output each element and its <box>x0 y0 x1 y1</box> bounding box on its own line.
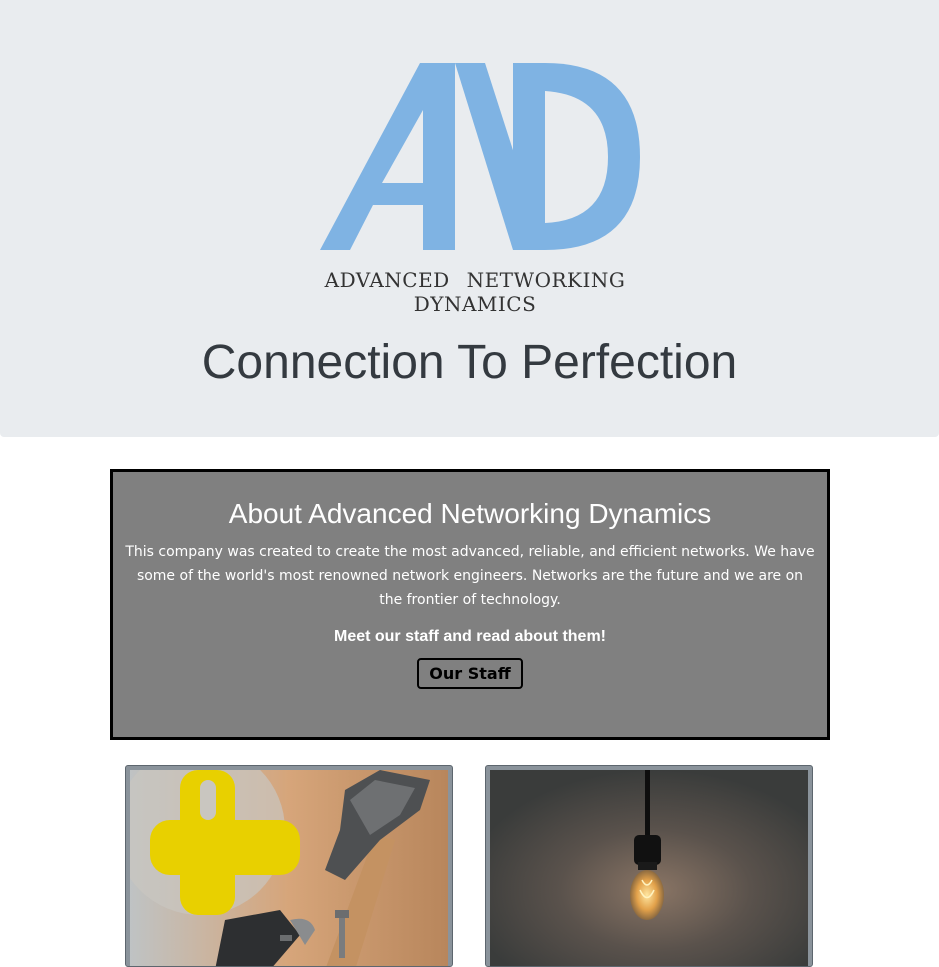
light-bulb-image <box>490 770 808 966</box>
tagline: Connection To Perfection <box>201 336 738 389</box>
our-staff-button[interactable]: Our Staff <box>417 658 523 689</box>
staff-cta-text: Meet our staff and read about them! <box>333 628 607 645</box>
lightbulb-card[interactable] <box>485 765 813 967</box>
about-section: About Advanced Networking Dynamics This … <box>110 469 830 740</box>
header-jumbotron: ADVANCED NETWORKING DYNAMICS Connection … <box>0 0 939 437</box>
logo-company-name: ADVANCED NETWORKING DYNAMICS <box>324 268 626 316</box>
company-logo: ADVANCED NETWORKING DYNAMICS <box>255 55 695 316</box>
tools-hammer-wrench-image <box>130 770 448 966</box>
and-monogram-icon <box>320 63 640 250</box>
tools-card[interactable] <box>125 765 453 967</box>
about-title: About Advanced Networking Dynamics <box>228 498 712 529</box>
about-description: This company was created to create the m… <box>125 544 815 608</box>
